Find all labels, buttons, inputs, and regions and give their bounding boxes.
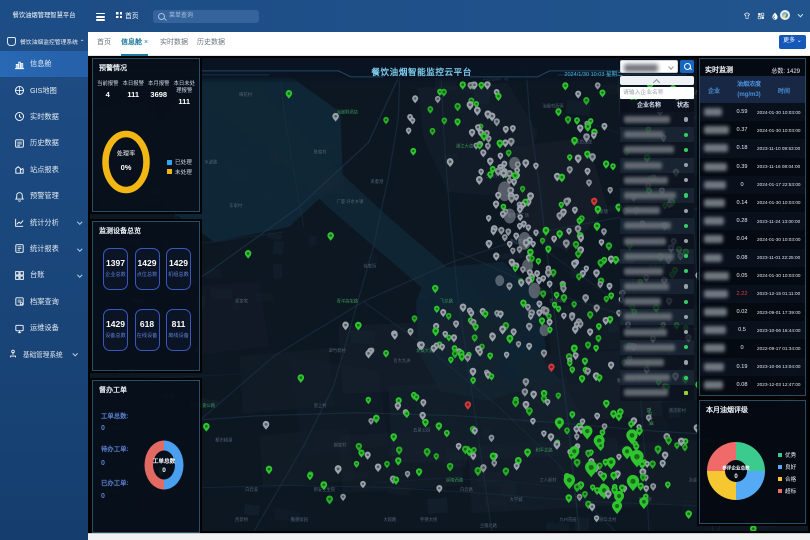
svg-text:徐家浜: 徐家浜 <box>363 263 377 270</box>
svg-text:侯家宅: 侯家宅 <box>235 297 249 304</box>
svg-text:莱茵湖郡: 莱茵湖郡 <box>575 138 593 145</box>
svg-text:勤德家园: 勤德家园 <box>291 516 308 523</box>
svg-text:陈家村: 陈家村 <box>314 148 328 155</box>
svg-text:延陵西路: 延陵西路 <box>446 476 464 483</box>
svg-text:都市桃源: 都市桃源 <box>215 437 233 444</box>
svg-text:怀德大桥: 怀德大桥 <box>420 516 438 523</box>
svg-text:白云溪: 白云溪 <box>245 486 259 493</box>
svg-text:水波路: 水波路 <box>204 158 218 165</box>
svg-text:兰陵北路: 兰陵北路 <box>480 522 498 529</box>
svg-text:白云路: 白云路 <box>460 486 474 493</box>
svg-text:工单总数: 工单总数 <box>152 457 175 465</box>
svg-text:清凉新村: 清凉新村 <box>669 407 687 414</box>
svg-text:2024/1/30 10:03 星期二: 2024/1/30 10:03 星期二 <box>564 71 623 78</box>
svg-text:百大九洲: 百大九洲 <box>393 357 410 364</box>
svg-text:海晏村西區: 海晏村西區 <box>542 103 564 110</box>
svg-text:梅花村: 梅花村 <box>239 91 253 98</box>
svg-text:飞龙路: 飞龙路 <box>440 297 454 304</box>
svg-text:海棠鲜酒店: 海棠鲜酒店 <box>337 109 359 116</box>
svg-text:0%: 0% <box>121 163 132 172</box>
svg-text:大学城: 大学城 <box>510 496 524 503</box>
svg-text:采菱港: 采菱港 <box>370 178 384 185</box>
svg-text:工人新村: 工人新村 <box>539 476 557 483</box>
svg-text:翠竹新村: 翠竹新村 <box>329 347 347 354</box>
svg-text:里上村: 里上村 <box>314 402 328 408</box>
svg-text:大观路: 大观路 <box>383 516 397 523</box>
svg-text:期家村: 期家村 <box>334 442 348 449</box>
svg-text:西新桥: 西新桥 <box>235 516 249 523</box>
svg-text:青洋高架路: 青洋高架路 <box>337 297 359 304</box>
svg-text:丽华北村: 丽华北村 <box>599 516 617 523</box>
svg-text:处理率: 处理率 <box>117 150 136 158</box>
svg-text:餐饮油烟智能监控云平台: 餐饮油烟智能监控云平台 <box>370 66 471 77</box>
svg-text:0: 0 <box>162 467 166 474</box>
svg-text:通江大道: 通江大道 <box>456 142 474 149</box>
svg-text:广厦 圩水乡镇: 广厦 圩水乡镇 <box>337 198 365 205</box>
svg-text:0: 0 <box>734 474 738 480</box>
svg-text:九州花园: 九州花园 <box>559 516 576 523</box>
svg-text:参评企业总数: 参评企业总数 <box>722 465 750 472</box>
svg-text:和平北路: 和平北路 <box>536 447 554 454</box>
svg-text:东家村: 东家村 <box>229 202 243 208</box>
